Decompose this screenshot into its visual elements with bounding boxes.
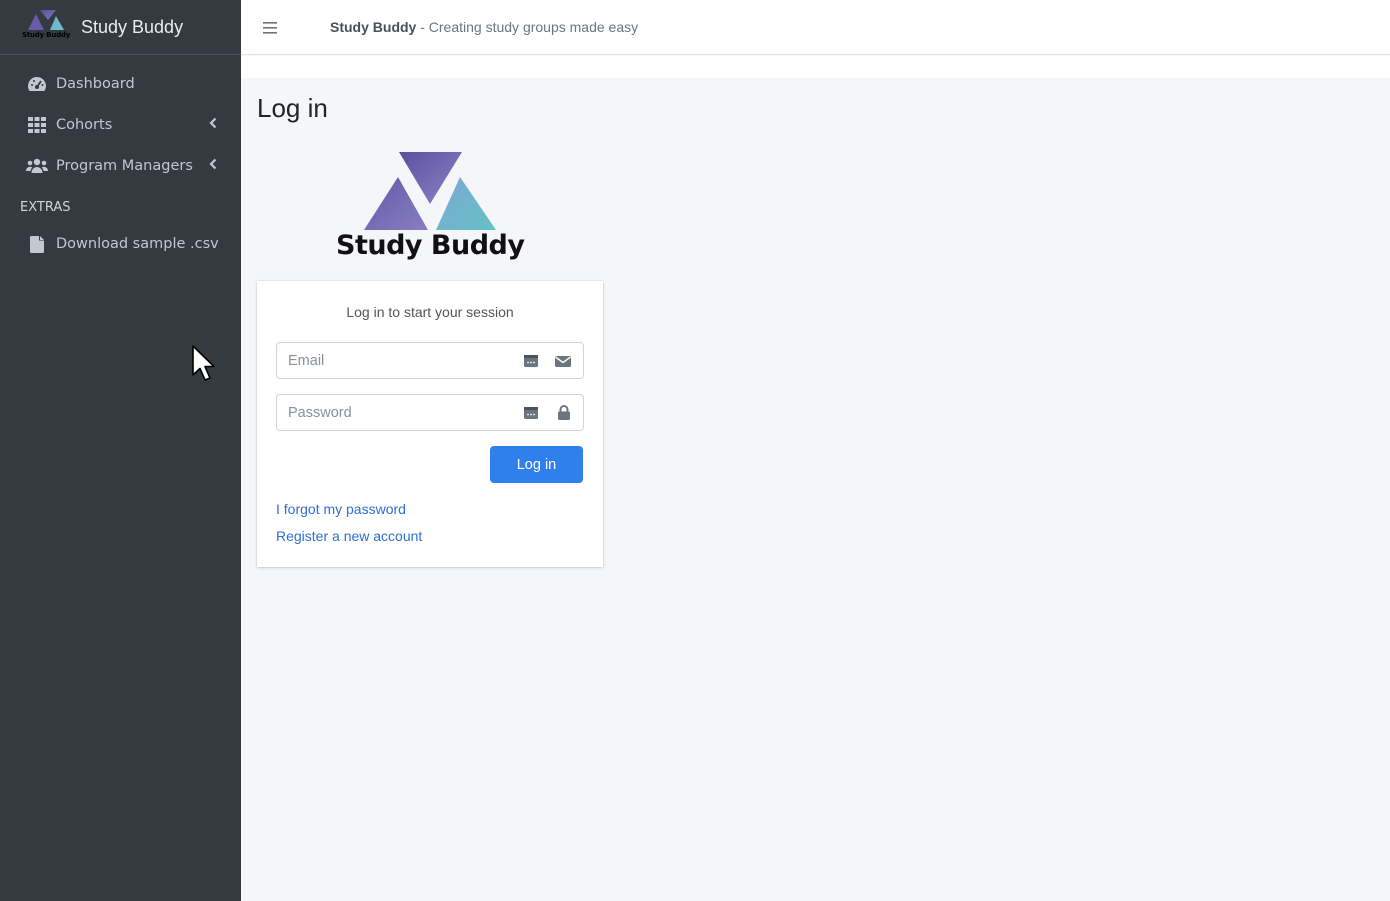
tachometer-icon bbox=[26, 75, 48, 93]
topbar-title-app: Study Buddy bbox=[330, 19, 417, 35]
chevron-left-icon bbox=[209, 158, 217, 174]
email-field[interactable] bbox=[276, 342, 584, 379]
file-icon bbox=[26, 235, 48, 253]
content-header-strip bbox=[241, 56, 1390, 78]
sidebar-item-program-managers[interactable]: Program Managers bbox=[0, 146, 233, 186]
brand-logo: Study Buddy bbox=[20, 10, 74, 44]
top-navbar: Study Buddy - Creating study groups made… bbox=[241, 0, 1390, 55]
brand-logo-text: Study Buddy bbox=[22, 31, 71, 39]
envelope-icon bbox=[555, 353, 571, 372]
topbar-title-tagline: - Creating study groups made easy bbox=[416, 19, 639, 35]
login-button[interactable]: Log in bbox=[490, 446, 583, 483]
sidebar-nav: Dashboard Cohorts Program Managers EXTRA… bbox=[0, 55, 241, 264]
grid-icon bbox=[26, 116, 48, 134]
sidebar-header-extras: EXTRAS bbox=[20, 200, 71, 215]
sidebar-item-label: Dashboard bbox=[56, 76, 135, 92]
sidebar-item-cohorts[interactable]: Cohorts bbox=[0, 105, 233, 145]
login-card: Log in to start your session Log in I fo… bbox=[257, 281, 603, 567]
autofill-icon[interactable] bbox=[524, 353, 538, 372]
sidebar-item-label: Cohorts bbox=[56, 117, 113, 133]
login-logo: Study Buddy bbox=[336, 152, 526, 267]
mouse-cursor-icon bbox=[192, 345, 218, 387]
sidebar: Study Buddy Study Buddy Dashboard Cohort… bbox=[0, 0, 241, 901]
brand-text: Study Buddy bbox=[81, 16, 184, 37]
forgot-password-link[interactable]: I forgot my password bbox=[276, 501, 406, 517]
lock-icon bbox=[557, 405, 571, 424]
sidebar-item-label: Program Managers bbox=[56, 158, 193, 174]
users-icon bbox=[26, 157, 48, 175]
sidebar-item-label: Download sample .csv bbox=[56, 236, 219, 252]
brand-link[interactable]: Study Buddy Study Buddy bbox=[0, 0, 241, 55]
autofill-icon[interactable] bbox=[524, 405, 538, 424]
page-title: Log in bbox=[257, 93, 328, 123]
email-input[interactable] bbox=[277, 343, 507, 378]
chevron-left-icon bbox=[209, 117, 217, 133]
sidebar-item-dashboard[interactable]: Dashboard bbox=[0, 64, 233, 104]
sidebar-item-download-csv[interactable]: Download sample .csv bbox=[0, 224, 233, 264]
menu-toggle-icon[interactable] bbox=[263, 20, 279, 34]
topbar-title: Study Buddy - Creating study groups made… bbox=[330, 19, 638, 35]
register-link[interactable]: Register a new account bbox=[276, 528, 422, 544]
password-input[interactable] bbox=[277, 395, 507, 430]
login-message: Log in to start your session bbox=[346, 304, 514, 320]
password-field[interactable] bbox=[276, 394, 584, 431]
login-logo-text: Study Buddy bbox=[336, 230, 525, 261]
